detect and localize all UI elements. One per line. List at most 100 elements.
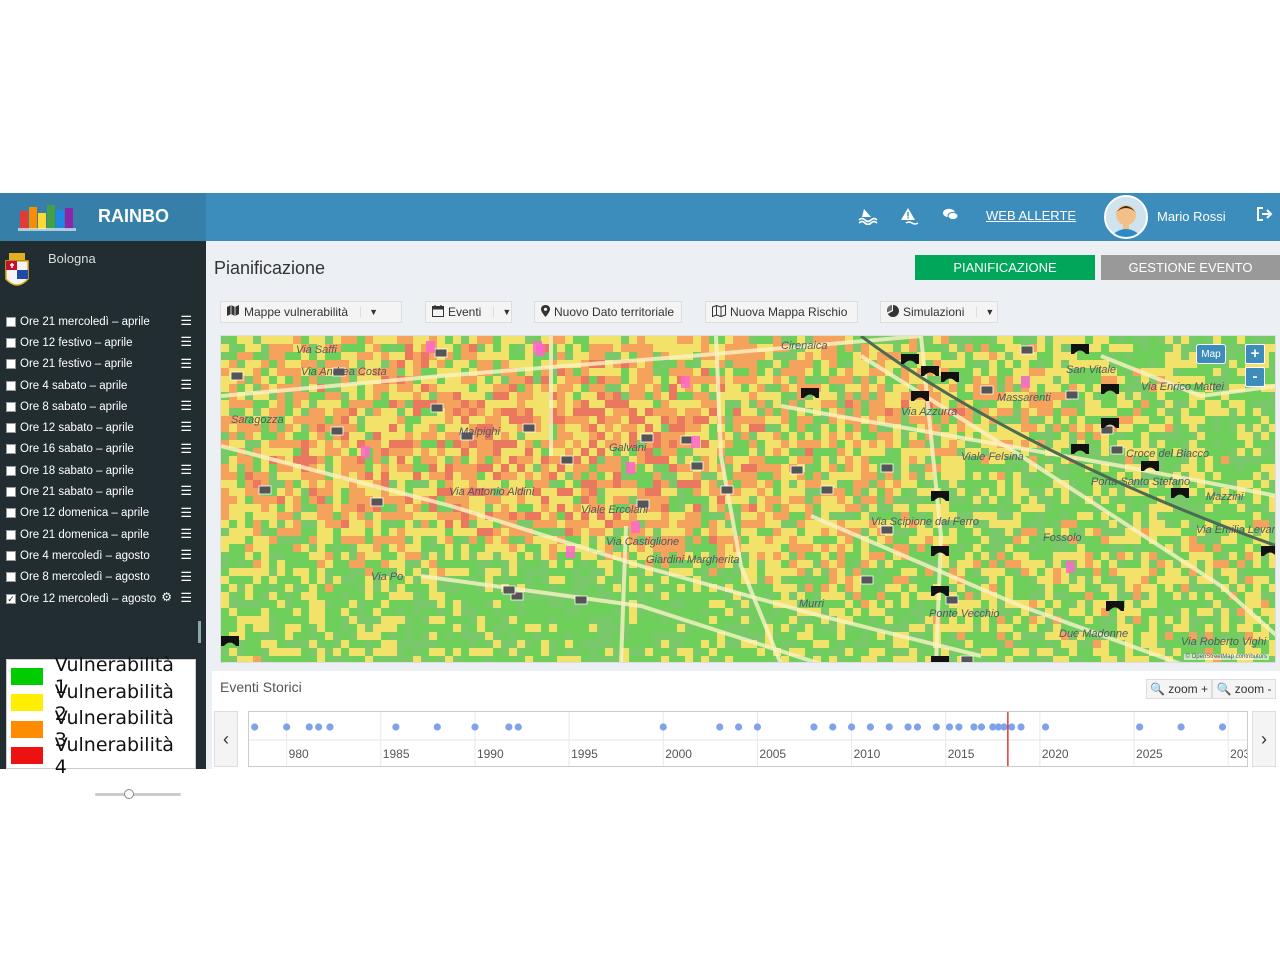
flood-alert-icon[interactable]: [858, 207, 878, 230]
user-name[interactable]: Mario Rossi: [1157, 209, 1226, 224]
list-icon[interactable]: ☰: [180, 527, 192, 540]
transparency-slider-track[interactable]: [95, 793, 181, 796]
map-cell: [573, 496, 581, 504]
map-canvas[interactable]: [221, 336, 1276, 663]
map-attribution[interactable]: © OpenStreetMap contributors: [1183, 654, 1269, 660]
eventi-dropdown[interactable]: Eventi ▼: [425, 301, 512, 323]
layer-checkbox[interactable]: [6, 508, 16, 519]
brand[interactable]: RAINBO: [0, 193, 206, 241]
web-allerte-link[interactable]: WEB ALLERTE: [986, 208, 1076, 223]
list-icon[interactable]: ☰: [180, 548, 192, 561]
layer-item[interactable]: Ore 12 sabato – aprile ☰: [0, 417, 200, 438]
map-cell: [365, 632, 373, 640]
map-cell: [1165, 616, 1173, 624]
chat-icon[interactable]: [942, 207, 960, 228]
map-cell: [613, 456, 621, 464]
nuovo-dato-territoriale-button[interactable]: Nuovo Dato territoriale: [534, 301, 682, 323]
timeline-canvas[interactable]: 980 1985 1990 1995 2000 2005 2010 2015 2020 2025 2…: [249, 712, 1251, 766]
list-icon[interactable]: ☰: [180, 570, 192, 583]
layer-item[interactable]: Ore 4 mercoledì – agosto ☰: [0, 545, 200, 566]
map-cell: [1133, 424, 1141, 432]
layer-checkbox[interactable]: [6, 380, 16, 391]
timeline-prev-button[interactable]: ‹: [214, 711, 238, 767]
list-icon[interactable]: ☰: [180, 399, 192, 412]
layer-checkbox[interactable]: ✓: [6, 593, 16, 604]
layer-checkbox[interactable]: [6, 465, 16, 476]
map-cell: [1229, 360, 1237, 368]
layer-checkbox[interactable]: [6, 572, 16, 583]
map-zoom-in-button[interactable]: +: [1245, 344, 1265, 364]
list-icon[interactable]: ☰: [180, 357, 192, 370]
gear-icon[interactable]: ⚙: [161, 590, 172, 604]
map-cell: [997, 376, 1005, 384]
layer-item[interactable]: Ore 4 sabato – aprile ☰: [0, 375, 200, 396]
map-cell: [269, 520, 277, 528]
list-icon[interactable]: ☰: [180, 484, 192, 497]
layer-checkbox[interactable]: [6, 401, 16, 412]
map-cell: [373, 600, 381, 608]
map-cell: [453, 560, 461, 568]
timeline-zoom-out-button[interactable]: 🔍 zoom -: [1212, 679, 1276, 699]
tab-gestione-evento[interactable]: GESTIONE EVENTO: [1101, 255, 1280, 280]
map-cell: [957, 360, 965, 368]
map-cell: [1197, 592, 1205, 600]
map-cell: [501, 512, 509, 520]
map-cell: [277, 584, 285, 592]
tab-pianificazione[interactable]: PIANIFICAZIONE: [915, 255, 1095, 280]
layer-item[interactable]: Ore 16 sabato – aprile ☰: [0, 439, 200, 460]
layer-item[interactable]: Ore 12 domenica – aprile ☰: [0, 503, 200, 524]
mappe-vulnerabilita-dropdown[interactable]: Mappe vulnerabilità ▼: [220, 301, 402, 323]
list-icon[interactable]: ☰: [180, 442, 192, 455]
logout-icon[interactable]: [1256, 206, 1274, 227]
map-zoom-out-button[interactable]: -: [1245, 367, 1265, 387]
layer-checkbox[interactable]: [6, 316, 16, 327]
map-cell: [917, 592, 925, 600]
list-icon[interactable]: ☰: [180, 591, 192, 604]
layer-checkbox[interactable]: [6, 550, 16, 561]
sidebar-scrollbar[interactable]: [198, 621, 201, 643]
map-type-button[interactable]: Map: [1196, 344, 1226, 364]
map-cell: [965, 480, 973, 488]
list-icon[interactable]: ☰: [180, 314, 192, 327]
layer-item[interactable]: ✓ Ore 12 mercoledì – agosto ☰ ⚙: [0, 588, 200, 609]
vulnerability-map[interactable]: Via Saffi Via Andrea Costa Saragozza Malpig…: [220, 335, 1276, 663]
transparency-slider-handle[interactable]: [124, 789, 135, 799]
layer-item[interactable]: Ore 21 sabato – aprile ☰: [0, 481, 200, 502]
list-icon[interactable]: ☰: [180, 335, 192, 348]
map-cell: [565, 616, 573, 624]
map-cell: [1021, 568, 1029, 576]
layer-item[interactable]: Ore 21 festivo – aprile ☰: [0, 354, 200, 375]
simulazioni-dropdown[interactable]: Simulazioni ▼: [880, 301, 998, 323]
layer-item[interactable]: Ore 12 festivo – aprile ☰: [0, 332, 200, 353]
nuova-mappa-rischio-button[interactable]: Nuova Mappa Rischio: [705, 301, 858, 323]
map-cell: [381, 408, 389, 416]
avatar[interactable]: [1104, 195, 1148, 239]
layer-item[interactable]: Ore 8 mercoledì – agosto ☰: [0, 567, 200, 588]
map-cell: [989, 576, 997, 584]
list-icon[interactable]: ☰: [180, 420, 192, 433]
map-cell: [845, 504, 853, 512]
warning-alert-icon[interactable]: [900, 207, 922, 230]
layer-checkbox[interactable]: [6, 337, 16, 348]
map-cell: [1205, 504, 1213, 512]
layer-checkbox[interactable]: [6, 487, 16, 498]
list-icon[interactable]: ☰: [180, 378, 192, 391]
layer-item[interactable]: Ore 21 domenica – aprile ☰: [0, 524, 200, 545]
layer-checkbox[interactable]: [6, 529, 16, 540]
layer-checkbox[interactable]: [6, 444, 16, 455]
timeline-next-button[interactable]: ›: [1252, 711, 1276, 767]
map-cell: [1045, 368, 1053, 376]
list-icon[interactable]: ☰: [180, 506, 192, 519]
layer-item[interactable]: Ore 8 sabato – aprile ☰: [0, 396, 200, 417]
timeline-zoom-in-button[interactable]: 🔍 zoom +: [1146, 679, 1212, 699]
layer-item[interactable]: Ore 21 mercoledì – aprile ☰: [0, 311, 200, 332]
map-cell: [917, 448, 925, 456]
layer-item[interactable]: Ore 18 sabato – aprile ☰: [0, 460, 200, 481]
timeline-track[interactable]: 980 1985 1990 1995 2000 2005 2010 2015 2020 2025 2…: [248, 711, 1251, 767]
map-cell: [557, 368, 565, 376]
map-cell: [437, 440, 445, 448]
map-cell: [645, 640, 653, 648]
list-icon[interactable]: ☰: [180, 463, 192, 476]
layer-checkbox[interactable]: [6, 423, 16, 434]
layer-checkbox[interactable]: [6, 359, 16, 370]
